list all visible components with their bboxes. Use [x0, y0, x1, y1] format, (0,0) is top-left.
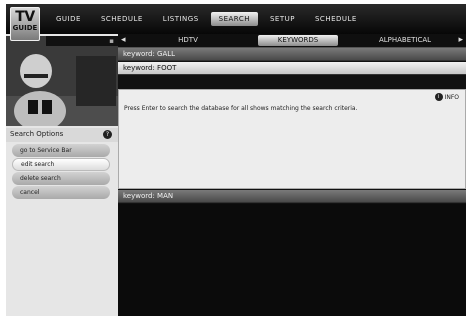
top-nav-tab-setup[interactable]: SETUP — [262, 12, 303, 26]
left-column: ▪ Search Options ? go to Service Bar edit… — [6, 34, 118, 316]
search-options-title: Search Options — [10, 130, 64, 138]
panel-message: Press Enter to search the database for a… — [124, 105, 358, 112]
search-option-edit-search-button[interactable]: edit search — [12, 158, 110, 171]
top-nav-tab-schedule[interactable]: SCHEDULE — [93, 12, 151, 26]
top-nav-tabs: GUIDE SCHEDULE LISTINGS SEARCH SETUP SCHEDULE — [48, 8, 466, 30]
top-nav-tab-guide[interactable]: GUIDE — [48, 12, 89, 26]
sub-tab-alphabetical[interactable]: ALPHABETICAL — [350, 35, 460, 46]
video-preview: ▪ — [6, 36, 118, 126]
tv-guide-logo: TV GUIDE — [10, 7, 40, 41]
info-icon: i — [434, 93, 443, 101]
keyword-row[interactable]: keyword: GALL — [118, 48, 466, 61]
top-nav-bar: TV GUIDE GUIDE SCHEDULE LISTINGS SEARCH SETU… — [6, 4, 466, 41]
sub-tab-hdtv[interactable]: HDTV — [138, 35, 238, 46]
help-icon[interactable]: ? — [103, 130, 112, 139]
info-button[interactable]: i INFO — [434, 93, 459, 101]
logo-line2: GUIDE — [12, 24, 38, 32]
top-nav-tab-listings[interactable]: LISTINGS — [155, 12, 207, 26]
chevron-right-icon[interactable]: ▸ — [458, 34, 463, 47]
search-detail-panel: i INFO Press Enter to search the databas… — [118, 89, 466, 189]
lower-list-area — [118, 204, 466, 316]
preview-status-bar: ▪ — [46, 36, 118, 46]
sub-tabs: ◂ HDTV KEYWORDS ALPHABETICAL ▸ — [118, 34, 466, 48]
chevron-left-icon[interactable]: ◂ — [121, 34, 126, 47]
top-nav-tab-schedule[interactable]: SCHEDULE — [307, 12, 365, 26]
sub-tab-keywords[interactable]: KEYWORDS — [258, 35, 338, 46]
main-content: ◂ HDTV KEYWORDS ALPHABETICAL ▸ keyword: GA… — [118, 34, 466, 316]
info-label: INFO — [444, 93, 459, 101]
logo-line1: TV — [15, 9, 35, 25]
search-option-delete-search-button[interactable]: delete search — [12, 172, 110, 185]
record-icon: ▪ — [109, 37, 114, 45]
keyword-row[interactable]: keyword: FOOT — [118, 62, 466, 75]
tv-guide-screen: TV GUIDE GUIDE SCHEDULE LISTINGS SEARCH SETU… — [6, 4, 466, 316]
top-nav-tab-search[interactable]: SEARCH — [210, 12, 258, 26]
search-option-go-to-service-bar-button[interactable]: go to Service Bar — [12, 144, 110, 157]
search-option-cancel-button[interactable]: cancel — [12, 186, 110, 199]
keyword-row-bottom[interactable]: keyword: MAN — [118, 190, 466, 203]
search-options-header: Search Options ? — [6, 128, 118, 142]
